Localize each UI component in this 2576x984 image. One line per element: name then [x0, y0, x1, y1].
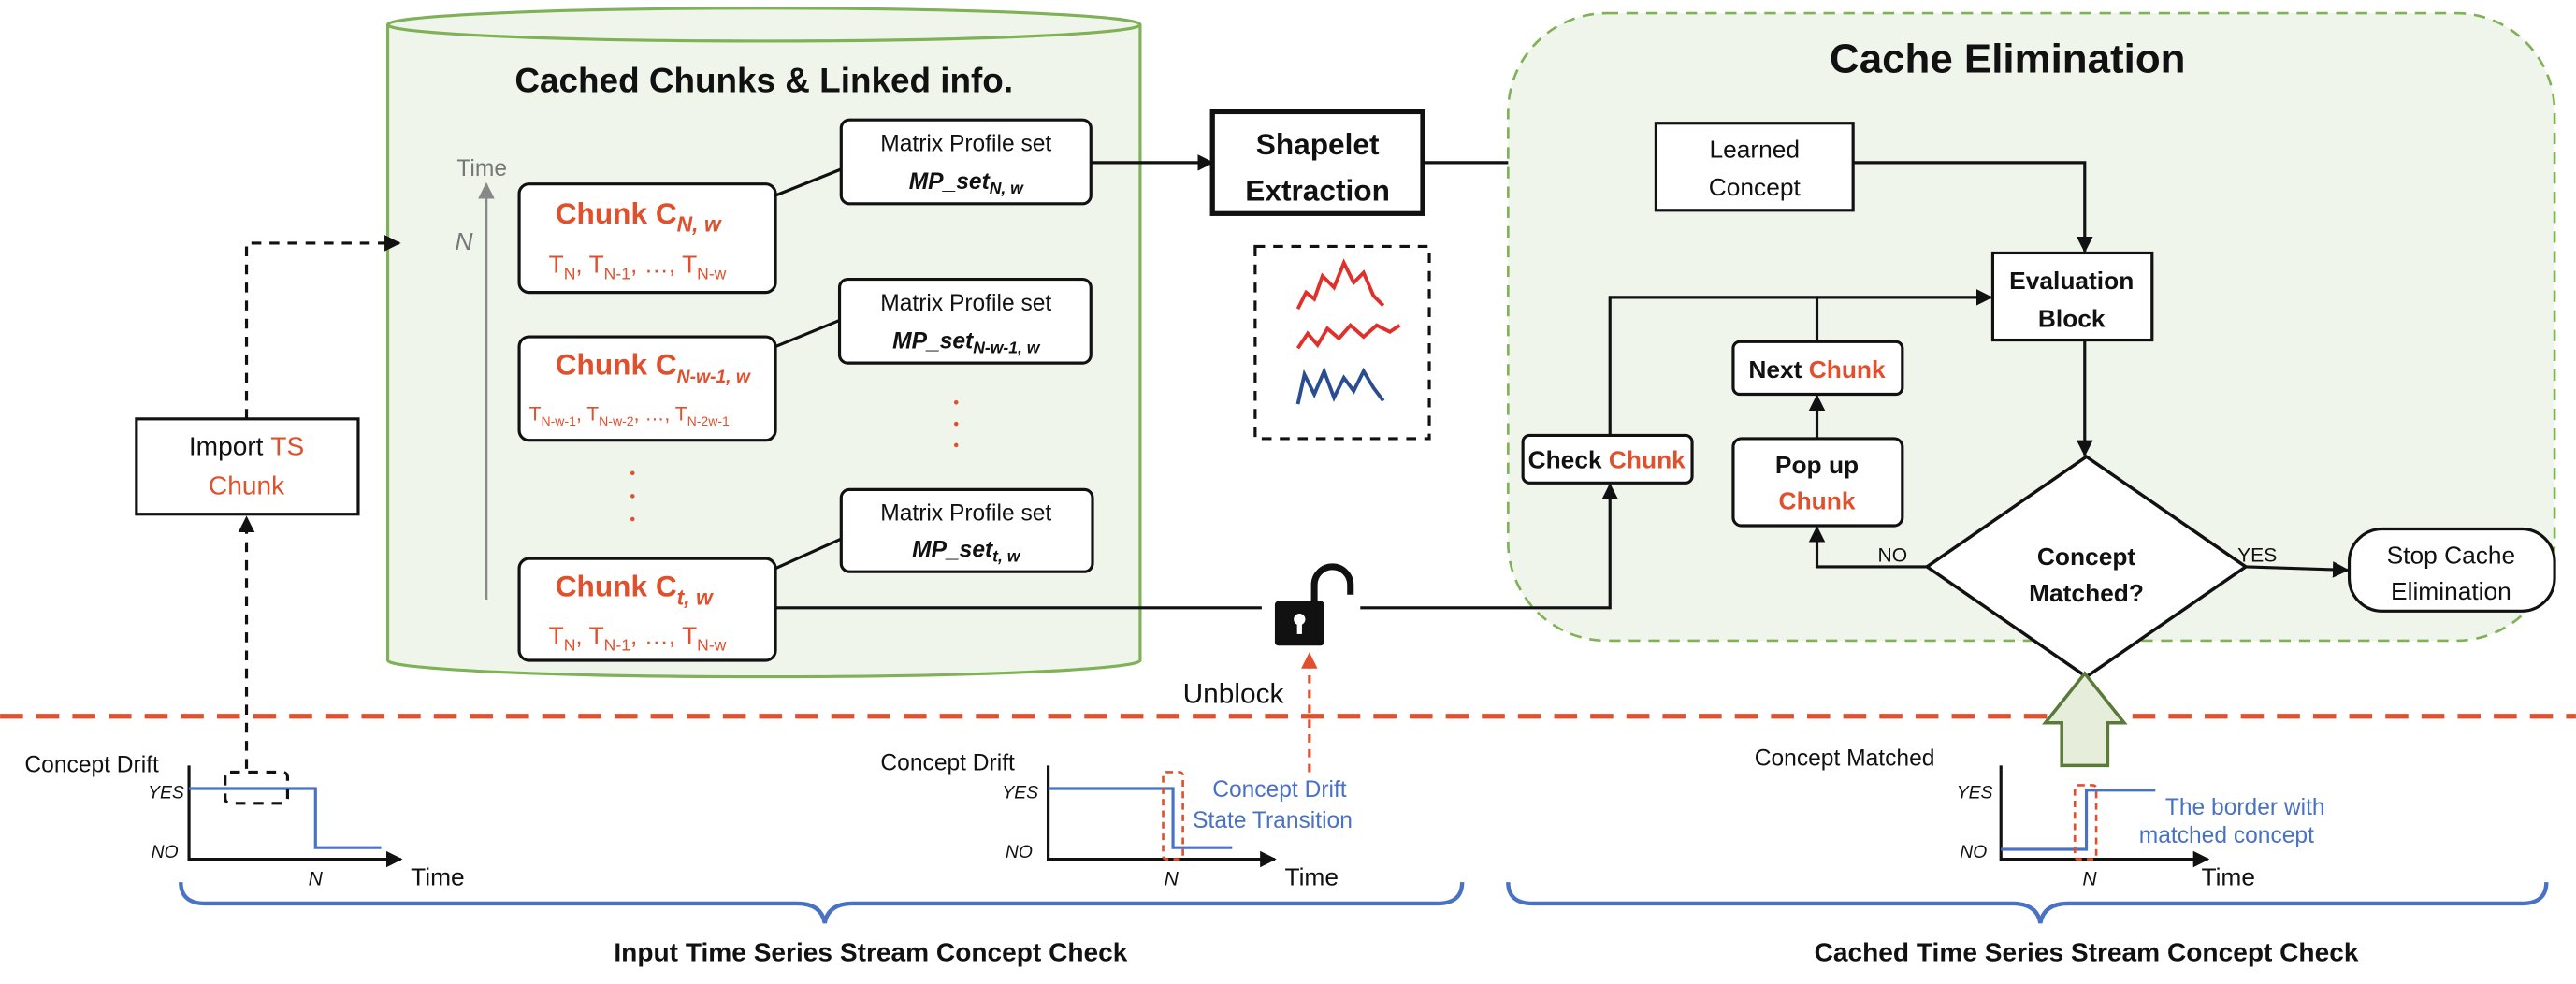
check-chunk-box: Check Chunk — [1521, 433, 1694, 485]
chunk-box: Chunk Ct, w TN, TN-1, …, TN-w — [517, 557, 777, 662]
stop-cache-elimination: Stop Cache Elimination — [2347, 527, 2556, 613]
shapelet-samples — [1253, 244, 1431, 441]
svg-text:Chunk: Chunk — [1779, 486, 1856, 514]
svg-text:YES: YES — [1957, 784, 1993, 803]
svg-text:Concept Matched: Concept Matched — [1755, 745, 1935, 771]
chunk-box: Chunk CN, w TN, TN-1, …, TN-w — [517, 182, 777, 295]
svg-text:Elimination: Elimination — [2391, 577, 2511, 605]
svg-text:Matrix Profile set: Matrix Profile set — [880, 291, 1051, 316]
section-label-left: Input Time Series Stream Concept Check — [614, 937, 1127, 966]
unlocked-lock-icon — [1274, 563, 1354, 646]
unblock-label: Unblock — [1183, 679, 1284, 710]
brace-right — [1506, 881, 2549, 924]
svg-text:N: N — [1165, 869, 1179, 890]
matrix-profile-box: Matrix Profile set MP_setN-w-1, w — [837, 277, 1093, 365]
svg-text:Block: Block — [2038, 304, 2106, 332]
svg-text:Evaluation: Evaluation — [2009, 267, 2134, 295]
mini-chart-state-transition: Concept Drift YES NO Concept Drift State… — [880, 751, 1352, 891]
shapelet-extraction-box: Shapelet Extraction — [1209, 109, 1425, 216]
svg-text:Shapelet: Shapelet — [1256, 127, 1380, 161]
svg-text:Concept Drift: Concept Drift — [1212, 777, 1347, 803]
svg-text:Matrix Profile set: Matrix Profile set — [880, 501, 1051, 527]
matrix-profile-box: Matrix Profile set MP_sett, w — [839, 487, 1094, 573]
section-label-right: Cached Time Series Stream Concept Check — [1815, 937, 2359, 966]
svg-text:Concept Drift: Concept Drift — [880, 751, 1015, 776]
svg-text:Time: Time — [1284, 863, 1339, 891]
mini-chart-input-drift: Concept Drift YES NO N Time — [24, 752, 464, 890]
svg-text:Stop Cache: Stop Cache — [2387, 541, 2516, 569]
cache-title: Cached Chunks & Linked info. — [514, 61, 1013, 99]
svg-text:matched concept: matched concept — [2139, 823, 2314, 848]
matrix-profile-box: Matrix Profile set MP_setN, w — [839, 118, 1093, 206]
svg-text:State Transition: State Transition — [1193, 808, 1353, 833]
svg-text:Concept Drift: Concept Drift — [24, 752, 159, 777]
chunk-box: Chunk CN-w-1, w TN-w-1, TN-w-2, …, TN-2w… — [517, 335, 777, 442]
svg-text:Import TS: Import TS — [189, 431, 304, 460]
import-ts-chunk-box: Import TS Chunk — [135, 417, 360, 516]
cache-elimination-title: Cache Elimination — [1830, 36, 2185, 81]
svg-text:N: N — [2082, 869, 2097, 890]
time-axis-label: Time — [456, 156, 507, 181]
svg-text:YES: YES — [148, 784, 184, 803]
svg-text:Check Chunk: Check Chunk — [1528, 446, 1686, 474]
brace-left — [179, 881, 1465, 924]
svg-text:NO: NO — [152, 843, 179, 862]
svg-text:NO: NO — [1960, 843, 1987, 862]
svg-text:Time: Time — [411, 863, 465, 891]
drift-series — [189, 787, 382, 849]
svg-text:Matched?: Matched? — [2029, 579, 2144, 607]
svg-text:The border with: The border with — [2165, 795, 2325, 820]
svg-text:Concept: Concept — [1709, 173, 1802, 201]
svg-text:NO: NO — [1006, 843, 1033, 862]
svg-text:Matrix Profile set: Matrix Profile set — [880, 132, 1051, 157]
svg-text:Concept: Concept — [2037, 543, 2136, 571]
import-arrow — [244, 235, 401, 419]
next-chunk-box: Next Chunk — [1731, 340, 1904, 397]
matched-series — [2001, 789, 2156, 851]
no-label: NO — [1877, 545, 1907, 567]
n-marker: N — [456, 227, 474, 255]
svg-text:YES: YES — [1002, 784, 1038, 803]
svg-text:Next Chunk: Next Chunk — [1748, 355, 1886, 383]
svg-text:Pop up: Pop up — [1775, 451, 1859, 479]
matched-feedback-arrow — [2041, 671, 2128, 768]
learned-concept-box: Learned Concept — [1654, 122, 1855, 212]
svg-text:Time: Time — [2201, 863, 2255, 891]
svg-text:Extraction: Extraction — [1245, 173, 1390, 207]
pop-up-chunk-box: Pop up Chunk — [1731, 437, 1904, 528]
svg-text:Chunk: Chunk — [209, 471, 285, 500]
svg-text:N: N — [309, 869, 324, 890]
svg-text:Learned: Learned — [1709, 136, 1800, 164]
evaluation-block: Evaluation Block — [1990, 251, 2154, 342]
mini-chart-concept-matched: Concept Matched YES NO The border with m… — [1755, 745, 2325, 890]
yes-label: YES — [2237, 545, 2277, 567]
diagram: Cached Chunks & Linked info. Time N Chun… — [0, 7, 2576, 966]
